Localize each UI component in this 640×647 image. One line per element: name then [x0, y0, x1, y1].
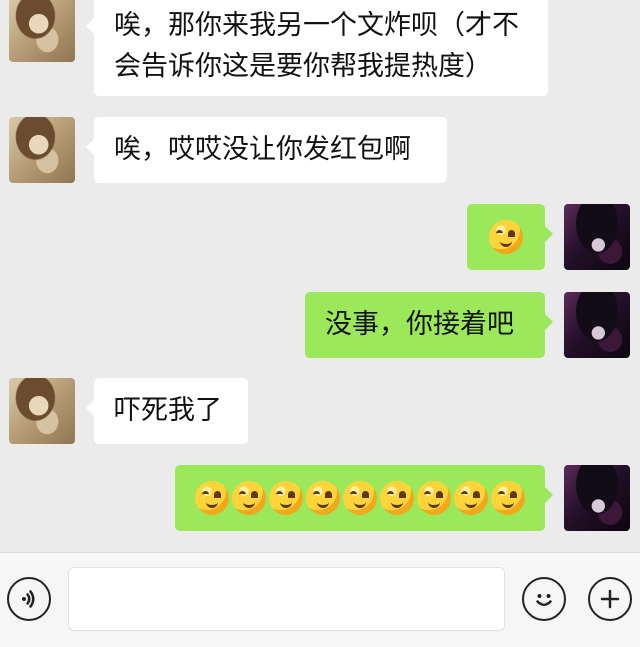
incoming-message-bubble[interactable]: 唉，那你来我另一个文炸呗（才不 会告诉你这是要你帮我提热度） [86, 0, 548, 96]
smiling-face-emoji-icon [489, 220, 523, 254]
emoji-row [467, 204, 545, 270]
message-line: 会告诉你这是要你帮我提热度） [114, 51, 492, 82]
emoji-row [175, 465, 545, 531]
emoji-icon [536, 594, 552, 606]
smiling-face-emoji-icon [417, 481, 451, 515]
smiling-face-emoji-icon [232, 481, 266, 515]
more-actions-button[interactable] [588, 577, 632, 621]
voice-input-button[interactable] [7, 577, 51, 621]
smiling-face-emoji-icon [491, 481, 525, 515]
contact-avatar[interactable] [9, 0, 75, 62]
my-avatar[interactable] [564, 204, 630, 270]
smiling-face-emoji-icon [454, 481, 488, 515]
outgoing-emoji-bubble[interactable] [175, 465, 553, 531]
smiling-face-emoji-icon [343, 481, 377, 515]
message-line: 吓死我了 [114, 395, 222, 426]
message-line: 没事，你接着吧 [325, 309, 514, 340]
voice-icon [22, 590, 35, 608]
outgoing-emoji-bubble[interactable] [467, 204, 553, 270]
incoming-message-bubble[interactable]: 唉，哎哎没让你发红包啊 [86, 117, 447, 183]
my-avatar[interactable] [564, 292, 630, 358]
smiling-face-emoji-icon [269, 481, 303, 515]
smiling-face-emoji-icon [195, 481, 229, 515]
my-avatar[interactable] [564, 465, 630, 531]
smiling-face-emoji-icon [306, 481, 340, 515]
incoming-message-bubble[interactable]: 吓死我了 [86, 378, 248, 444]
outgoing-message-bubble[interactable]: 没事，你接着吧 [305, 292, 553, 358]
emoji-button[interactable] [522, 577, 566, 621]
message-line: 唉，哎哎没让你发红包啊 [114, 134, 411, 165]
message-input[interactable] [68, 567, 505, 631]
contact-avatar[interactable] [9, 378, 75, 444]
chat-history: 唉，那你来我另一个文炸呗（才不 会告诉你这是要你帮我提热度） 唉，哎哎没让你发红… [0, 0, 640, 552]
message-input-bar [0, 552, 640, 647]
smiling-face-emoji-icon [380, 481, 414, 515]
message-line: 唉，那你来我另一个文炸呗（才不 [114, 10, 519, 41]
plus-icon [600, 589, 620, 609]
contact-avatar[interactable] [9, 117, 75, 183]
